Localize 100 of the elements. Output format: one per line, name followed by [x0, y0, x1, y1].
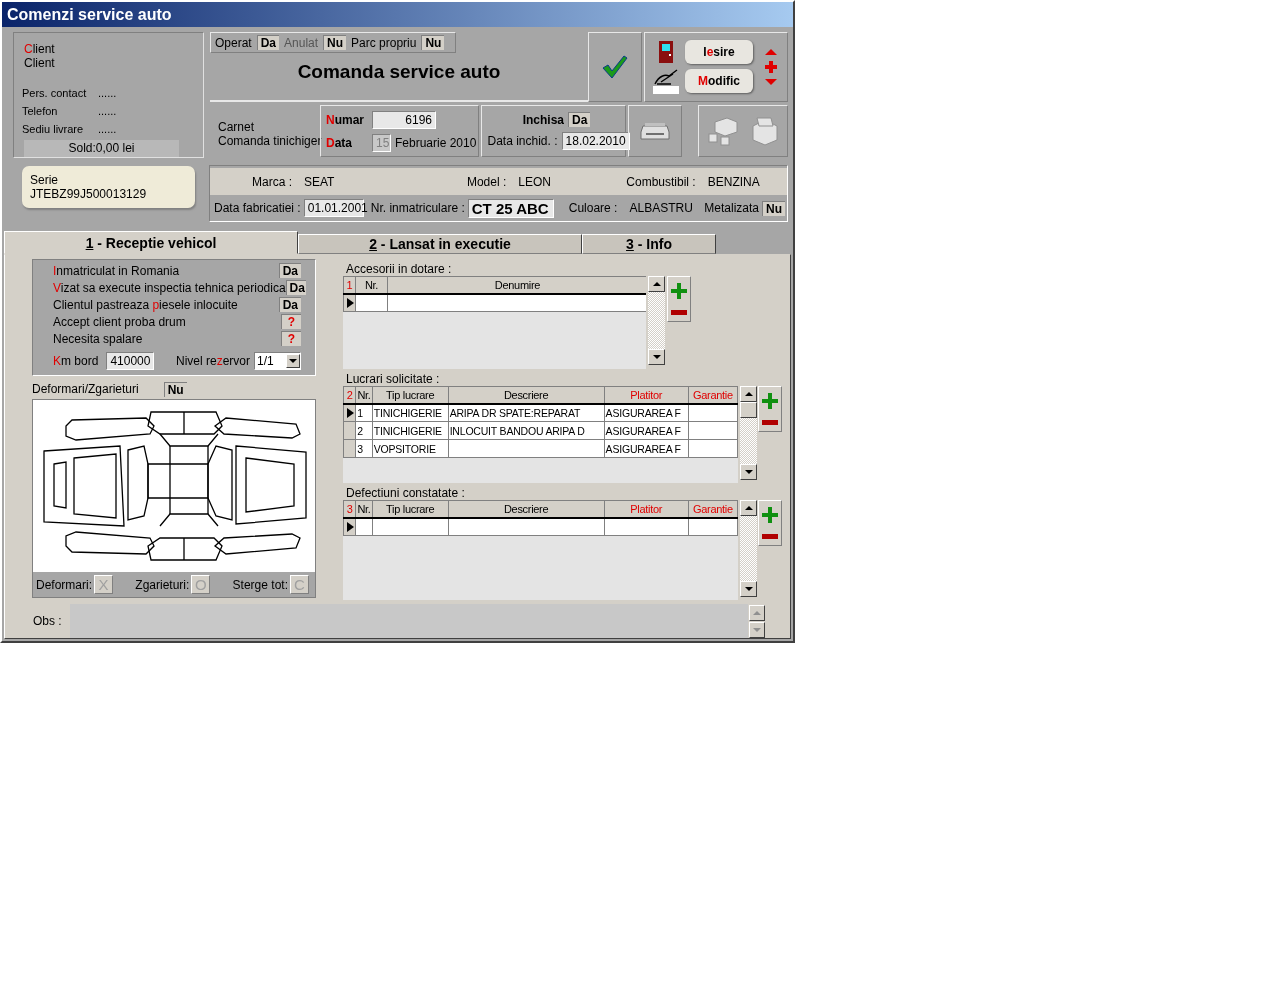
- km-label: Km bord: [53, 354, 99, 368]
- door-icon[interactable]: [659, 41, 673, 63]
- paint-label: Culoare :: [568, 201, 618, 215]
- field-value: LEON: [518, 174, 551, 189]
- scrollbar[interactable]: [648, 276, 665, 365]
- document-type-label: Carnet: [218, 120, 256, 134]
- section-title: Accesorii in dotare :: [346, 262, 452, 276]
- tab[interactable]: 1 - Receptie vehicol: [4, 231, 298, 254]
- contact-label: Pers. contact: [22, 86, 88, 100]
- row-selector[interactable]: [343, 517, 356, 536]
- hand-writing-icon[interactable]: [651, 68, 681, 94]
- table-cell: 2: [355, 421, 373, 440]
- fabrication-label: Data fabricatiei :: [214, 201, 301, 215]
- table-cell: TINICHIGERIE: [372, 403, 449, 422]
- table-cell: 1: [355, 403, 373, 422]
- checkmark-icon[interactable]: [602, 55, 628, 79]
- status-value[interactable]: Da: [256, 35, 280, 50]
- column-header[interactable]: Nr.: [355, 276, 388, 294]
- contact-value: ......: [98, 122, 117, 136]
- contact-value: ......: [98, 86, 117, 100]
- close-date-label: Data inchid. :: [487, 134, 558, 148]
- option-value[interactable]: Da: [285, 280, 306, 295]
- option-label: Vizat sa execute inspectia tehnica periodica: [53, 280, 286, 295]
- grid-index: 2: [343, 386, 356, 404]
- row-selector[interactable]: [343, 293, 356, 312]
- scrollbar[interactable]: [740, 500, 757, 597]
- contact-label: Sediu livrare: [22, 122, 85, 136]
- contact-label: Telefon: [22, 104, 59, 118]
- section-title: Defectiuni constatate :: [346, 486, 465, 500]
- column-header[interactable]: Descriere: [448, 386, 605, 404]
- remove-icon[interactable]: [762, 534, 778, 540]
- option-value[interactable]: Da: [278, 263, 301, 278]
- add-icon[interactable]: [762, 392, 778, 409]
- field-label: Marca :: [251, 174, 292, 189]
- add-icon[interactable]: [762, 506, 778, 523]
- option-label: Inmatriculat in Romania: [53, 263, 180, 278]
- status-label: Parc propriu: [351, 35, 417, 50]
- km-field[interactable]: 410000: [106, 352, 155, 370]
- table-cell: ASIGURAREA F: [604, 439, 689, 458]
- tool-label: Sterge tot:: [232, 577, 288, 592]
- remove-icon[interactable]: [762, 420, 778, 426]
- table-cell: TINICHIGERIE: [372, 421, 449, 440]
- table-cell: 3: [355, 439, 373, 458]
- exit-button[interactable]: Iesire: [685, 40, 753, 64]
- obs-label: Obs :: [33, 614, 62, 628]
- status-label: Operat: [215, 35, 252, 50]
- table-cell: VOPSITORIE: [372, 439, 449, 458]
- tool-label: Zgarieturi:: [135, 577, 190, 592]
- option-label: Necesita spalare: [53, 331, 143, 346]
- form-heading: Comanda service auto: [296, 61, 502, 83]
- column-header[interactable]: Tip lucrare: [372, 500, 449, 518]
- column-header[interactable]: Tip lucrare: [372, 386, 449, 404]
- add-icon[interactable]: [671, 282, 687, 299]
- window-title: Comenzi service auto: [2, 2, 793, 27]
- number-label: Numar: [326, 112, 365, 127]
- column-header[interactable]: Denumire: [387, 276, 646, 294]
- damage-label: Deformari/Zgarieturi: [32, 382, 139, 396]
- field-label: Combustibil :: [625, 174, 696, 189]
- table-cell: INLOCUIT BANDOU ARIPA D: [448, 421, 605, 440]
- number-field[interactable]: 6196: [372, 110, 436, 129]
- metallic-value[interactable]: Nu: [762, 200, 785, 216]
- option-value[interactable]: Da: [278, 297, 301, 312]
- scrollbar[interactable]: [748, 604, 765, 638]
- field-value: SEAT: [304, 174, 335, 189]
- paint-value: ALBASTRU: [629, 201, 693, 215]
- plate-label: Nr. inmatriculare :: [370, 201, 465, 215]
- obs-field[interactable]: [69, 604, 748, 638]
- table-cell: ASIGURAREA F: [604, 421, 689, 440]
- serie-value: JTEBZ99J500013129: [30, 187, 148, 201]
- option-label: Clientul pastreaza piesele inlocuite: [53, 297, 238, 312]
- field-label: Model :: [465, 174, 507, 189]
- tab[interactable]: 3 - Info: [582, 234, 716, 254]
- status-label: Anulat: [284, 35, 319, 50]
- close-date-field[interactable]: 18.02.2010: [561, 132, 630, 150]
- scrollbar[interactable]: [740, 386, 757, 480]
- metallic-label: Metalizata: [704, 201, 759, 215]
- balance: Sold:0,00 lei: [24, 140, 179, 157]
- tab[interactable]: 2 - Lansat in executie: [298, 234, 582, 254]
- grid-index: 3: [343, 500, 356, 518]
- closed-label: Inchisa: [522, 112, 564, 127]
- month-year: Februarie 2010: [395, 135, 477, 150]
- contact-value: ......: [98, 104, 117, 118]
- closed-value[interactable]: Da: [568, 112, 591, 127]
- date-label: Data: [326, 135, 353, 150]
- status-value[interactable]: Nu: [421, 35, 445, 50]
- plate-field[interactable]: CT 25 ABC: [467, 198, 554, 218]
- table-cell: ARIPA DR SPATE:REPARAT: [448, 403, 605, 422]
- grid-index: 1: [343, 276, 356, 294]
- serie-label: Serie: [30, 173, 59, 187]
- tool-label: Deformari:: [36, 577, 92, 592]
- table-cell: ASIGURAREA F: [604, 403, 689, 422]
- section-title: Lucrari solicitate :: [346, 372, 440, 386]
- field-value: BENZINA: [707, 174, 760, 189]
- edit-button[interactable]: Modific: [685, 69, 753, 93]
- tank-label: Nivel rezervor: [175, 354, 250, 368]
- tank-dropdown[interactable]: 1/1: [254, 352, 301, 370]
- column-header[interactable]: Descriere: [448, 500, 605, 518]
- printer-icon[interactable]: [640, 122, 671, 140]
- remove-icon[interactable]: [671, 310, 687, 316]
- damage-value[interactable]: Nu: [163, 381, 187, 397]
